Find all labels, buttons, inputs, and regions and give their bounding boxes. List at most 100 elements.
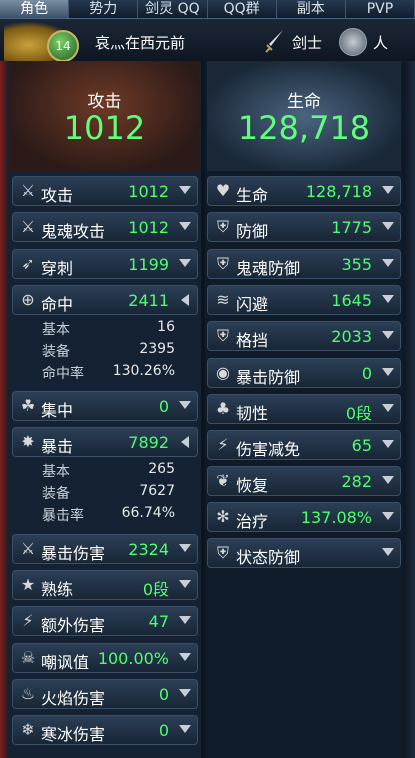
stat-row-toughness[interactable]: ♣ 韧性 0段 <box>207 394 401 424</box>
stat-value: 2324 <box>128 540 169 559</box>
chevron-down-icon[interactable] <box>179 616 191 624</box>
chevron-left-icon[interactable] <box>181 436 189 448</box>
chevron-down-icon[interactable] <box>382 331 394 339</box>
burst-icon: ✸ <box>21 432 35 451</box>
stat-value: 137.08% <box>300 508 372 527</box>
stat-label: 集中 <box>41 401 74 420</box>
chevron-down-icon[interactable] <box>179 544 191 552</box>
character-name: 哀灬在西元前 <box>95 34 186 52</box>
life-summary: 生命 128,718 <box>207 61 401 171</box>
chevron-down-icon[interactable] <box>179 725 191 733</box>
chevron-down-icon[interactable] <box>382 476 394 484</box>
tab-dungeon[interactable]: 副本 <box>277 0 346 18</box>
stat-value: 282 <box>341 472 372 491</box>
chevron-down-icon[interactable] <box>179 689 191 697</box>
stat-row-life[interactable]: ♥ 生命 128,718 <box>207 176 401 206</box>
detail-label: 装备 <box>42 344 70 360</box>
stat-row-taunt[interactable]: ☠ 嘲讽值 100.00% <box>12 643 198 673</box>
stat-value: 1645 <box>331 291 372 310</box>
tab-bns-qq[interactable]: 剑灵 QQ <box>138 0 208 18</box>
stat-label: 火焰伤害 <box>41 689 106 708</box>
focus-icon: ☘ <box>20 396 36 415</box>
detail-value: 130.26% <box>112 363 175 379</box>
stat-label: 恢复 <box>236 476 269 495</box>
chevron-down-icon[interactable] <box>382 186 394 194</box>
stat-value: 1012 <box>128 218 169 237</box>
chevron-down-icon[interactable] <box>179 222 191 230</box>
stat-row-defense[interactable]: ⛨ 防御 1775 <box>207 212 401 242</box>
detail-value: 265 <box>148 461 175 477</box>
stat-row-ghost-defense[interactable]: ⛨ 鬼魂防御 355 <box>207 249 401 279</box>
stat-value: 1775 <box>331 218 372 237</box>
class-name: 剑士 <box>292 34 323 52</box>
chevron-down-icon[interactable] <box>382 512 394 520</box>
chevron-down-icon[interactable] <box>382 548 394 556</box>
evade-icon: ≋ <box>216 290 230 309</box>
detail-label: 命中率 <box>42 366 84 382</box>
tab-faction[interactable]: 势力 <box>69 0 139 18</box>
skull-icon: ☠ <box>20 648 36 667</box>
stat-row-proficiency[interactable]: ★ 熟练 0段 <box>12 570 198 600</box>
chevron-down-icon[interactable] <box>382 440 394 448</box>
heart-icon: ♥ <box>215 181 231 200</box>
chevron-down-icon[interactable] <box>382 259 394 267</box>
stat-label: 治疗 <box>236 512 269 531</box>
chevron-left-icon[interactable] <box>181 294 189 306</box>
level-badge: 14 <box>47 30 79 62</box>
stat-row-status-defense[interactable]: ⛨ 状态防御 <box>207 538 401 568</box>
stat-label: 韧性 <box>236 404 269 423</box>
stat-row-recovery[interactable]: ❦ 恢复 282 <box>207 466 401 496</box>
stat-row-heal[interactable]: ✻ 治疗 137.08% <box>207 502 401 532</box>
stat-row-block[interactable]: ⛨ 格挡 2033 <box>207 321 401 351</box>
stat-row-critical[interactable]: ✸ 暴击 7892 <box>12 427 198 457</box>
detail-label: 基本 <box>42 322 70 338</box>
chevron-down-icon[interactable] <box>179 401 191 409</box>
stat-label: 伤害减免 <box>236 440 301 459</box>
stat-row-damage-reduction[interactable]: ⚡ 伤害减免 65 <box>207 430 401 460</box>
chevron-down-icon[interactable] <box>382 295 394 303</box>
stat-row-evasion[interactable]: ≋ 闪避 1645 <box>207 285 401 315</box>
heal-icon: ✻ <box>216 507 230 526</box>
ghost-sword-icon: ⚔ <box>20 217 36 236</box>
stat-value: 0 <box>158 397 169 416</box>
detail-value: 16 <box>157 319 175 335</box>
tab-pvp[interactable]: PVP <box>346 0 415 18</box>
stat-row-fire-damage[interactable]: ♨ 火焰伤害 0 <box>12 679 198 709</box>
stat-label: 熟练 <box>41 580 74 599</box>
life-summary-value: 128,718 <box>237 109 371 147</box>
stat-row-ghost-attack[interactable]: ⚔ 鬼魂攻击 1012 <box>12 212 198 242</box>
chevron-down-icon[interactable] <box>382 404 394 412</box>
stat-value: 2411 <box>128 291 169 310</box>
detail-value: 7627 <box>139 483 175 499</box>
stat-row-frost-damage[interactable]: ❄ 寒冰伤害 0 <box>12 715 198 745</box>
race-name: 人 <box>373 34 389 52</box>
tab-character[interactable]: 角色 <box>0 0 70 18</box>
stat-value: 0 <box>158 721 169 740</box>
stat-value: 2033 <box>331 327 372 346</box>
chevron-down-icon[interactable] <box>179 186 191 194</box>
stat-row-accuracy[interactable]: ⊕ 命中 2411 <box>12 285 198 315</box>
chevron-down-icon[interactable] <box>179 259 191 267</box>
stat-label: 命中 <box>41 295 74 314</box>
chevron-down-icon[interactable] <box>382 222 394 230</box>
scroll-edge <box>403 61 415 758</box>
stat-row-crit-damage[interactable]: ⚔ 暴击伤害 2324 <box>12 534 198 564</box>
tab-qq-group[interactable]: QQ群 <box>208 0 277 18</box>
stat-row-crit-defense[interactable]: ◉ 暴击防御 0 <box>207 358 401 388</box>
stat-label: 额外伤害 <box>41 616 106 635</box>
stat-row-pierce[interactable]: ➶ 穿刺 1199 <box>12 249 198 279</box>
stat-label: 状态防御 <box>236 548 301 567</box>
flame-icon: ♨ <box>20 684 36 703</box>
race-icon <box>339 28 367 56</box>
stat-value: 0 <box>361 364 372 383</box>
pierce-icon: ➶ <box>21 254 35 273</box>
chevron-down-icon[interactable] <box>179 653 191 661</box>
stat-row-focus[interactable]: ☘ 集中 0 <box>12 391 198 421</box>
crosshair-icon: ⊕ <box>21 290 35 309</box>
stat-row-extra-damage[interactable]: ⚡ 额外伤害 47 <box>12 606 198 636</box>
chevron-down-icon[interactable] <box>382 368 394 376</box>
stat-value: 65 <box>351 436 372 455</box>
stat-row-attack[interactable]: ⚔ 攻击 1012 <box>12 176 198 206</box>
detail-value: 66.74% <box>121 505 175 521</box>
chevron-down-icon[interactable] <box>179 580 191 588</box>
